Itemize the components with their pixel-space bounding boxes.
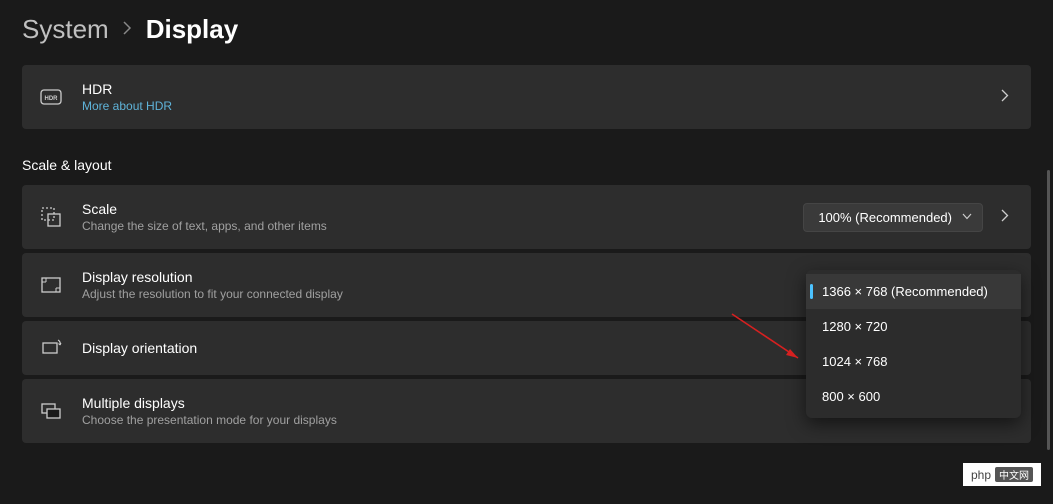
chevron-down-icon (962, 211, 972, 223)
watermark: php 中文网 (963, 463, 1041, 486)
hdr-more-link[interactable]: More about HDR (82, 99, 977, 113)
watermark-text: php (971, 468, 991, 482)
chevron-right-icon (123, 21, 132, 38)
hdr-title: HDR (82, 81, 977, 97)
resolution-option[interactable]: 1024 × 768 (806, 344, 1021, 379)
hdr-row[interactable]: HDR HDR More about HDR (22, 65, 1031, 129)
breadcrumb-current: Display (146, 14, 239, 45)
scale-row[interactable]: Scale Change the size of text, apps, and… (22, 185, 1031, 249)
scale-title: Scale (82, 201, 783, 217)
scrollbar[interactable] (1047, 170, 1050, 450)
orientation-icon (40, 337, 62, 359)
scale-value: 100% (Recommended) (818, 210, 952, 225)
resolution-icon (40, 274, 62, 296)
chevron-right-icon (997, 209, 1013, 225)
scale-dropdown[interactable]: 100% (Recommended) (803, 203, 983, 232)
hdr-icon: HDR (40, 86, 62, 108)
scale-subtitle: Change the size of text, apps, and other… (82, 219, 783, 233)
resolution-option[interactable]: 800 × 600 (806, 379, 1021, 414)
resolution-option[interactable]: 1366 × 768 (Recommended) (806, 274, 1021, 309)
breadcrumb: System Display (0, 0, 1053, 65)
scale-icon (40, 206, 62, 228)
watermark-badge: 中文网 (995, 467, 1033, 482)
breadcrumb-root[interactable]: System (22, 14, 109, 45)
chevron-right-icon (997, 89, 1013, 105)
resolution-option[interactable]: 1280 × 720 (806, 309, 1021, 344)
scale-layout-heading: Scale & layout (22, 157, 1031, 173)
svg-text:HDR: HDR (45, 96, 59, 102)
multiple-displays-icon (40, 400, 62, 422)
resolution-dropdown-menu: 1366 × 768 (Recommended) 1280 × 720 1024… (806, 270, 1021, 418)
